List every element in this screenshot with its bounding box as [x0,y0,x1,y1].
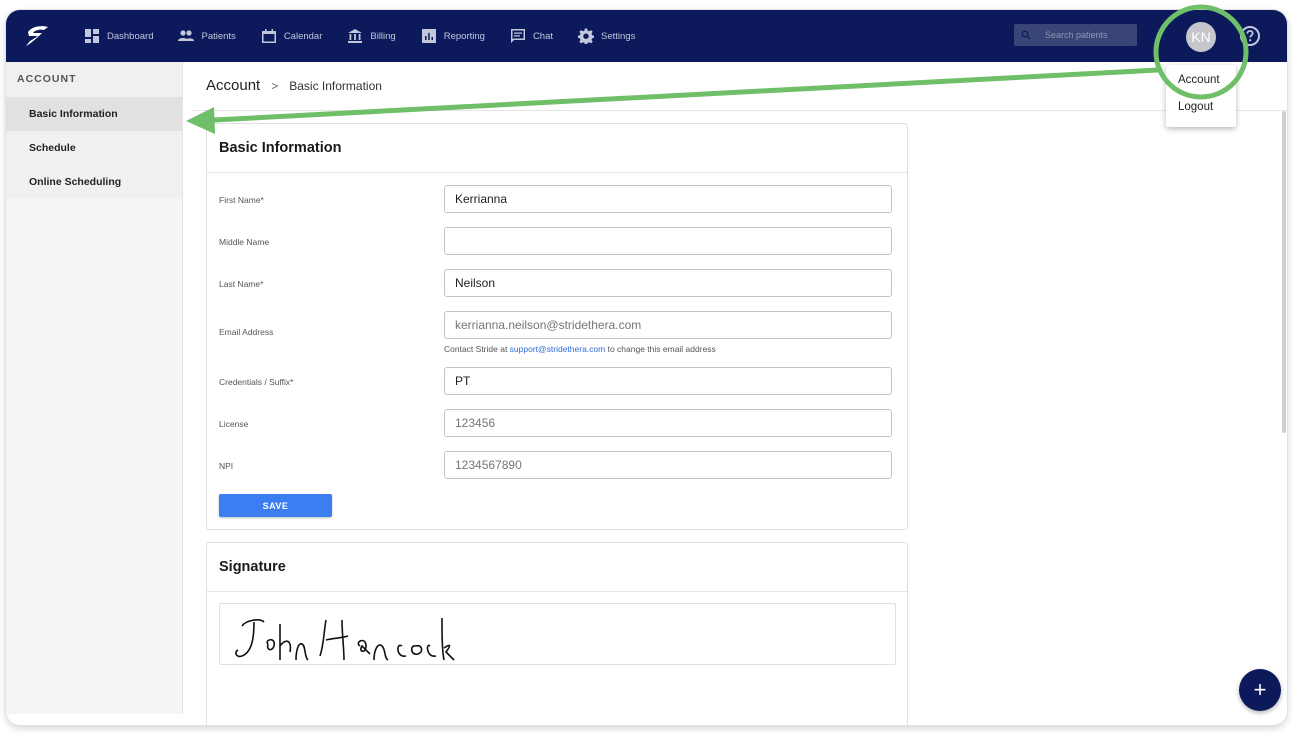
chat-icon [510,29,525,43]
stride-logo-icon[interactable] [22,22,52,50]
content-scrollbar[interactable] [1282,111,1286,433]
help-icon[interactable] [1239,25,1261,47]
add-fab-button[interactable]: + [1239,669,1281,711]
top-nav-bar: Dashboard Patients Calendar Billing Repo… [6,10,1287,62]
main-nav: Dashboard Patients Calendar Billing Repo… [84,10,660,62]
menu-item-logout[interactable]: Logout [1166,94,1236,121]
credentials-label: Credentials / Suffix* [219,377,294,387]
email-hint-prefix: Contact Stride at [444,344,510,354]
account-sidebar: ACCOUNT Basic Information Schedule Onlin… [6,62,183,714]
nav-billing[interactable]: Billing [347,28,396,44]
sidebar-item-online-scheduling[interactable]: Online Scheduling [6,165,182,199]
npi-field[interactable] [444,451,892,479]
last-name-field[interactable] [444,269,892,297]
nav-calendar-label: Calendar [283,30,323,42]
search-icon [1021,30,1031,40]
signature-image [235,617,455,661]
middle-name-field[interactable] [444,227,892,255]
basic-information-title: Basic Information [207,124,907,173]
email-label: Email Address [219,327,274,337]
breadcrumb-account[interactable]: Account [206,77,260,94]
user-menu-dropdown: Account Logout [1166,65,1236,127]
email-field[interactable] [444,311,892,339]
user-avatar[interactable]: KN [1186,22,1216,52]
nav-settings-label: Settings [601,30,636,42]
nav-reporting[interactable]: Reporting [421,28,485,44]
content-header: Account > Basic Information [193,62,1287,111]
nav-patients-label: Patients [201,30,236,42]
sidebar-item-basic-information[interactable]: Basic Information [6,97,182,131]
middle-name-label: Middle Name [219,237,270,247]
breadcrumb-current: Basic Information [289,78,382,93]
search-input[interactable] [1043,29,1137,41]
app-window: Dashboard Patients Calendar Billing Repo… [6,10,1287,725]
sidebar-menu: ACCOUNT Basic Information Schedule Onlin… [6,62,182,198]
license-field[interactable] [444,409,892,437]
signature-card: Signature [206,542,908,725]
last-name-label: Last Name* [219,279,264,289]
first-name-label: First Name* [219,195,264,205]
calendar-icon [261,29,276,43]
nav-settings[interactable]: Settings [578,28,635,44]
dashboard-icon [85,29,99,43]
email-hint: Contact Stride at support@stridethera.co… [444,344,716,354]
sidebar-item-schedule[interactable]: Schedule [6,131,182,165]
nav-dashboard[interactable]: Dashboard [84,28,153,44]
signature-title: Signature [207,543,907,592]
gear-icon [578,28,595,44]
bank-icon [348,29,363,43]
support-email-link[interactable]: support@stridethera.com [510,344,606,354]
chart-icon [421,29,436,43]
nav-patients[interactable]: Patients [178,28,236,44]
patient-search[interactable] [1014,24,1137,46]
sidebar-title: ACCOUNT [17,73,77,85]
nav-billing-label: Billing [370,30,396,42]
signature-box[interactable] [219,603,896,665]
email-hint-suffix: to change this email address [605,344,716,354]
nav-calendar[interactable]: Calendar [261,28,323,44]
breadcrumb: Account > Basic Information [206,77,382,94]
first-name-field[interactable] [444,185,892,213]
npi-label: NPI [219,461,234,471]
people-icon [178,30,195,41]
breadcrumb-separator: > [271,78,279,93]
nav-chat[interactable]: Chat [510,28,553,44]
nav-reporting-label: Reporting [443,30,485,42]
credentials-field[interactable] [444,367,892,395]
license-label: License [219,419,249,429]
nav-chat-label: Chat [532,30,554,42]
nav-dashboard-label: Dashboard [107,30,154,42]
save-button[interactable]: SAVE [219,494,332,517]
menu-item-account[interactable]: Account [1166,65,1236,94]
basic-information-card: Basic Information First Name* Middle Nam… [206,123,908,530]
